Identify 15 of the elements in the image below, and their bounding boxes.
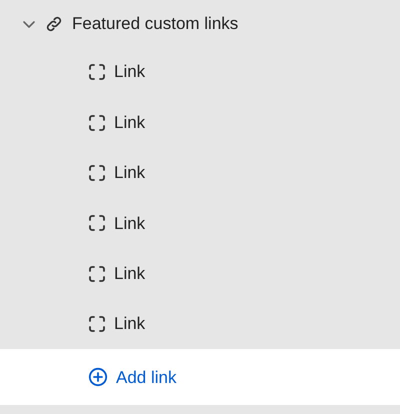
- plus-circle-icon[interactable]: [88, 367, 108, 388]
- link-item[interactable]: Link: [114, 160, 146, 186]
- link-item[interactable]: Link: [114, 311, 146, 337]
- dashed-square-icon: [88, 164, 106, 182]
- link-item[interactable]: Link: [114, 261, 146, 286]
- link-item[interactable]: Link: [114, 59, 146, 85]
- link-item[interactable]: Link: [114, 210, 146, 236]
- section-title: Featured custom links: [72, 12, 238, 35]
- dashed-square-icon: [88, 264, 106, 283]
- dashed-square-icon: [88, 114, 106, 132]
- link-item[interactable]: Link: [114, 110, 146, 136]
- dashed-square-icon: [88, 315, 106, 334]
- dashed-square-icon: [88, 63, 106, 82]
- dashed-square-icon: [88, 214, 106, 232]
- add-link-button[interactable]: Add link: [116, 364, 176, 390]
